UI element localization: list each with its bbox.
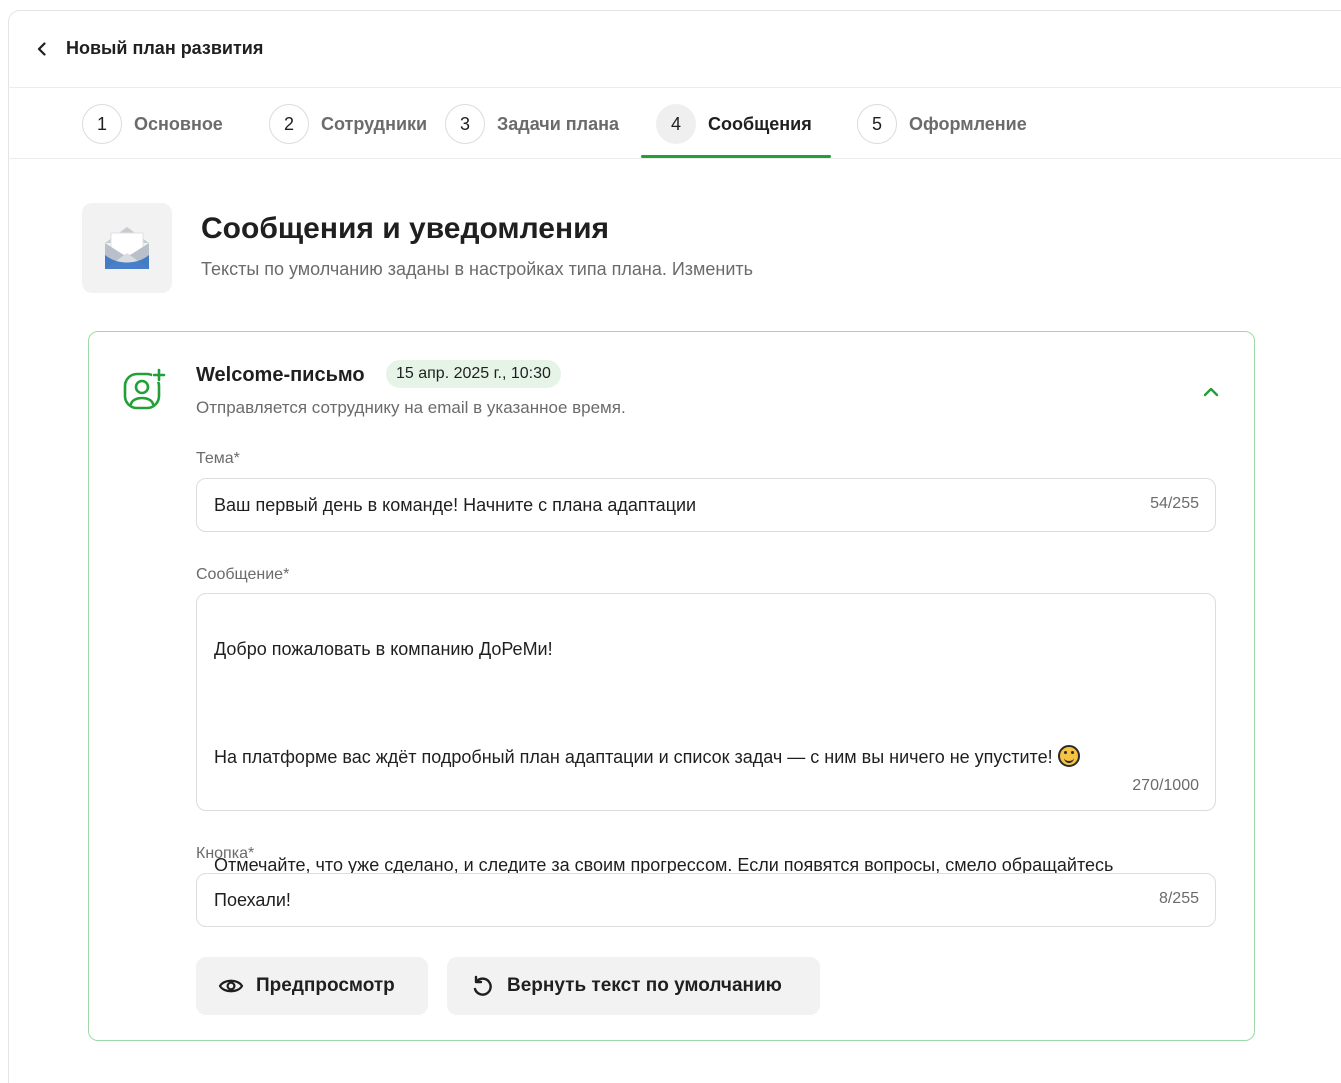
collapse-button[interactable] — [1199, 380, 1223, 404]
eye-icon — [218, 973, 244, 999]
tab-plan-tasks[interactable]: 3 Задачи плана — [445, 89, 619, 159]
subject-label: Тема* — [196, 450, 240, 467]
section-title: Сообщения и уведомления — [201, 212, 610, 245]
message-textarea[interactable]: Добро пожаловать в компанию ДоРеМи! На п… — [196, 593, 1216, 902]
tab-number: 1 — [82, 104, 122, 144]
section-subtitle-text: Тексты по умолчанию заданы в настройках … — [201, 259, 667, 279]
tab-number: 4 — [656, 104, 696, 144]
subject-input[interactable]: Ваш первый день в команде! Начните с пла… — [196, 478, 1216, 532]
tab-design[interactable]: 5 Оформление — [857, 89, 1027, 159]
smile-emoji-icon — [1057, 745, 1080, 767]
change-settings-link[interactable]: Изменить — [672, 259, 753, 279]
reset-default-text-button[interactable]: Вернуть текст по умолчанию — [447, 957, 820, 1015]
welcome-letter-card: Welcome-письмо 15 апр. 2025 г., 10:30 От… — [88, 331, 1255, 1041]
message-counter: 270/1000 — [1132, 777, 1199, 794]
subject-counter: 54/255 — [1150, 495, 1199, 512]
tab-number: 3 — [445, 104, 485, 144]
message-line-with-emoji: На платформе вас ждёт подробный план ада… — [214, 744, 1114, 771]
tab-messages[interactable]: 4 Сообщения — [656, 89, 812, 159]
button-text-counter: 8/255 — [1158, 890, 1199, 907]
preview-button-label: Предпросмотр — [256, 975, 395, 996]
tab-label: Основное — [134, 113, 223, 134]
subject-value: Ваш первый день в команде! Начните с пла… — [214, 495, 697, 515]
section-illustration — [82, 203, 172, 293]
active-tab-indicator — [641, 155, 831, 158]
message-line: На платформе вас ждёт подробный план ада… — [214, 747, 1053, 767]
tab-label: Сообщения — [708, 113, 812, 134]
undo-icon — [469, 973, 495, 999]
chevron-up-icon — [1203, 387, 1219, 397]
tab-label: Задачи плана — [497, 113, 619, 134]
user-add-icon — [122, 368, 166, 412]
tab-basic[interactable]: 1 Основное — [82, 89, 223, 159]
reset-button-label: Вернуть текст по умолчанию — [507, 975, 782, 996]
envelope-icon — [105, 227, 149, 269]
button-text-value: Поехали! — [214, 890, 291, 910]
chevron-left-icon — [37, 41, 46, 56]
tab-label: Оформление — [909, 113, 1027, 134]
card-description: Отправляется сотруднику на email в указа… — [196, 398, 626, 417]
tab-label: Сотрудники — [321, 113, 428, 134]
stepper-tabs: 1 Основное 2 Сотрудники 3 Задачи плана 4… — [8, 89, 1341, 159]
message-label: Сообщение* — [196, 566, 290, 583]
tab-number: 5 — [857, 104, 897, 144]
send-date-badge: 15 апр. 2025 г., 10:30 — [386, 360, 561, 388]
message-line: Добро пожаловать в компанию ДоРеМи! — [214, 639, 553, 659]
section-subtitle: Тексты по умолчанию заданы в настройках … — [201, 259, 753, 280]
card-title: Welcome-письмо — [196, 364, 365, 386]
back-button[interactable] — [30, 37, 54, 61]
button-text-input[interactable]: Поехали! 8/255 — [196, 873, 1216, 927]
tab-employees[interactable]: 2 Сотрудники — [269, 89, 427, 159]
button-text-label: Кнопка* — [196, 845, 255, 862]
preview-button[interactable]: Предпросмотр — [196, 957, 428, 1015]
page-title: Новый план развития — [66, 38, 264, 58]
page-header: Новый план развития — [8, 10, 1341, 88]
tab-number: 2 — [269, 104, 309, 144]
